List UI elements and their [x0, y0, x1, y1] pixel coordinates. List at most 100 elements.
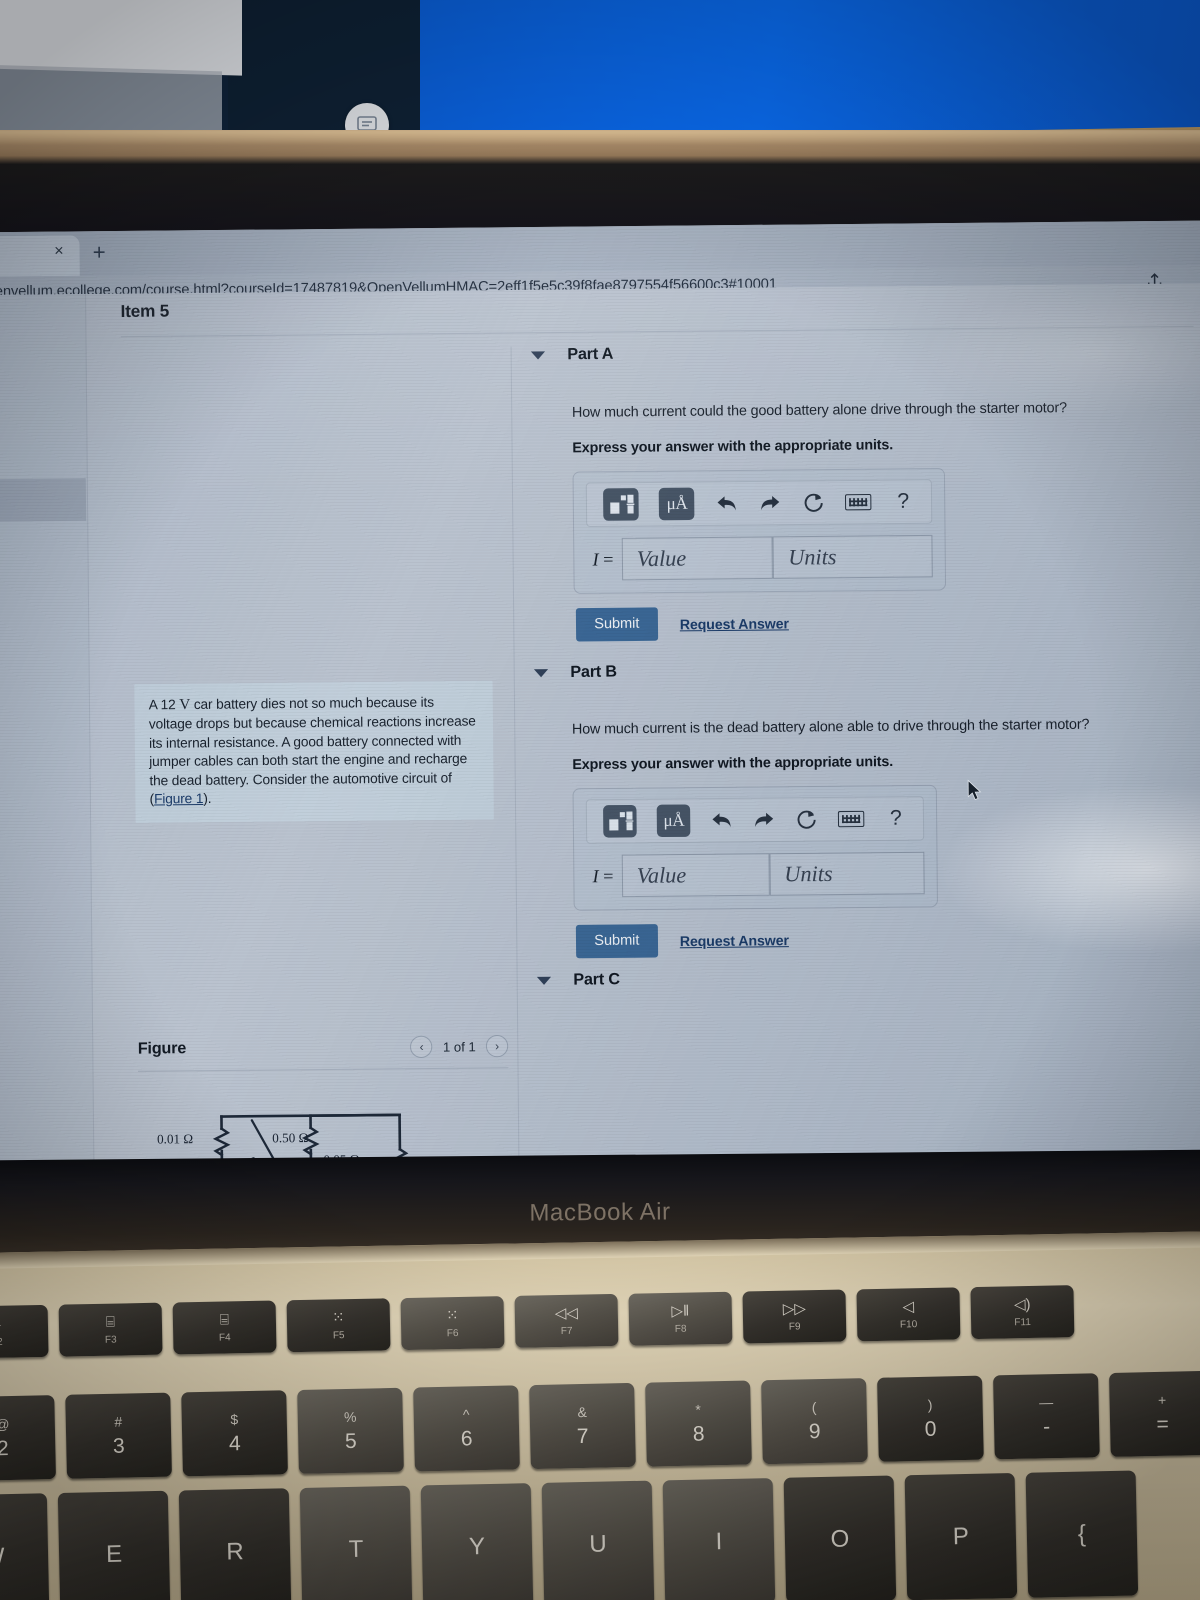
left-navigation-rail[interactable] — [0, 294, 95, 1179]
key-o[interactable]: O — [783, 1475, 897, 1600]
key-2[interactable]: @2 — [0, 1395, 56, 1482]
figure-title: Figure — [137, 1039, 187, 1058]
part-b-units-input[interactable]: Units — [768, 851, 925, 896]
key-char: 0 — [924, 1417, 937, 1441]
figure-prev-button[interactable]: ‹ — [410, 1035, 433, 1059]
keyboard-icon[interactable] — [845, 489, 872, 516]
key-label: F9 — [788, 1320, 801, 1333]
course-page: Item 5 A 12 V car battery dies not so mu… — [0, 283, 1200, 1179]
redo-arrow-icon[interactable] — [753, 807, 776, 834]
chevron-down-icon[interactable] — [530, 351, 546, 360]
key-y[interactable]: Y — [420, 1483, 534, 1600]
key-{[interactable]: { — [1025, 1470, 1139, 1598]
key-f5[interactable]: ⁙ F5 — [286, 1298, 391, 1353]
part-a-title: Part A — [567, 345, 614, 364]
undo-arrow-icon[interactable] — [715, 490, 738, 517]
key-char: R — [226, 1537, 245, 1566]
figure-1-link[interactable]: Figure 1 — [154, 791, 203, 807]
key-p[interactable]: P — [904, 1472, 1018, 1600]
key-4[interactable]: $4 — [181, 1390, 288, 1477]
part-b-field-row: I = Value Units — [586, 851, 925, 898]
key-glyph: ⌸ — [105, 1313, 116, 1331]
key-f4[interactable]: ⌸ F4 — [172, 1300, 277, 1355]
key-i[interactable]: I — [662, 1478, 776, 1600]
key-e[interactable]: E — [57, 1490, 171, 1600]
key-f8[interactable]: ▷‖ F8 — [628, 1291, 733, 1346]
part-a-request-answer-link[interactable]: Request Answer — [680, 615, 789, 632]
key-9[interactable]: (9 — [761, 1378, 868, 1465]
key-6[interactable]: ^ 6 — [413, 1385, 520, 1472]
chevron-down-icon[interactable] — [533, 669, 549, 678]
key-8[interactable]: * 8 — [645, 1380, 752, 1467]
chevron-down-icon[interactable] — [536, 976, 552, 985]
browser-tab-active[interactable] — [0, 235, 80, 278]
part-b-equals: = — [598, 865, 614, 886]
key-f9[interactable]: ▷▷ F9 — [742, 1289, 847, 1344]
part-a-units-input[interactable]: Units — [772, 534, 933, 579]
key-char: 2 — [0, 1437, 9, 1461]
rail-selected-chip[interactable] — [0, 478, 87, 522]
key-7[interactable]: & 7 — [529, 1382, 636, 1470]
key-glyph: ⁙ — [331, 1308, 345, 1326]
key-char: 8 — [692, 1422, 705, 1446]
part-a-header[interactable]: Part A — [513, 340, 1200, 365]
key-char: 9 — [808, 1420, 821, 1444]
page-title: Item 5 — [120, 301, 170, 322]
key-=[interactable]: + = — [1109, 1370, 1200, 1457]
key-u[interactable]: U — [541, 1480, 655, 1600]
keyboard-icon[interactable] — [838, 806, 865, 833]
key-label: F2 — [0, 1336, 3, 1348]
part-b-section: Part B How much current is the dead batt… — [516, 658, 1200, 959]
redo-arrow-icon[interactable] — [758, 490, 781, 517]
key-shift-char: ^ — [462, 1406, 470, 1423]
key-f6[interactable]: ⁙ F6 — [400, 1296, 505, 1351]
part-b-header[interactable]: Part B — [516, 658, 1200, 683]
key-f3[interactable]: ⌸ F3 — [58, 1302, 163, 1357]
part-b-math-toolbar: μÅ ? — [585, 796, 925, 844]
math-template-icon[interactable] — [603, 804, 637, 838]
help-button[interactable]: ? — [885, 805, 907, 832]
key-shift-char: # — [114, 1413, 123, 1430]
key-shift-char: % — [343, 1408, 357, 1425]
new-tab-button[interactable]: + — [93, 239, 106, 264]
mouse-cursor — [967, 779, 983, 801]
problem-column: A 12 V car battery dies not so much beca… — [106, 346, 520, 1179]
key-f11[interactable]: ◁) F11 — [970, 1285, 1075, 1340]
part-b-answer-box: μÅ ? I = Value Units — [572, 784, 938, 911]
units-icon[interactable]: μÅ — [656, 804, 691, 838]
reset-circle-icon[interactable] — [802, 489, 825, 516]
undo-arrow-icon[interactable] — [711, 807, 734, 834]
key-3[interactable]: #3 — [65, 1392, 172, 1479]
problem-statement: A 12 V car battery dies not so much beca… — [134, 680, 494, 823]
key-label: F7 — [560, 1325, 573, 1337]
key-t[interactable]: T — [299, 1485, 413, 1600]
key-w[interactable]: W — [0, 1493, 50, 1600]
key-f2[interactable]: ☼ F2 — [0, 1304, 49, 1359]
key-f7[interactable]: ◁◁ F7 — [514, 1293, 619, 1348]
reset-circle-icon[interactable] — [796, 806, 819, 833]
key-char: U — [589, 1530, 607, 1558]
key-r[interactable]: R — [178, 1488, 292, 1600]
figure-next-button[interactable]: › — [485, 1034, 509, 1058]
units-icon[interactable]: μÅ — [658, 487, 695, 521]
key--[interactable]: — - — [993, 1373, 1100, 1460]
key-0[interactable]: ) 0 — [877, 1375, 984, 1462]
part-c-section: Part C — [519, 965, 1200, 990]
part-b-submit-button[interactable]: Submit — [575, 924, 658, 959]
tab-close-icon[interactable]: × — [54, 243, 64, 260]
part-b-value-input[interactable]: Value — [621, 853, 770, 898]
help-button[interactable]: ? — [892, 489, 915, 516]
part-a-value-input[interactable]: Value — [621, 536, 774, 581]
math-template-icon[interactable] — [603, 488, 639, 521]
key-f10[interactable]: ◁ F10 — [856, 1287, 961, 1342]
part-b-instruction: Express your answer with the appropriate… — [572, 753, 894, 774]
part-c-header[interactable]: Part C — [519, 965, 1200, 990]
key-glyph: ▷‖ — [671, 1302, 690, 1320]
key-shift-char: * — [695, 1401, 702, 1418]
key-5[interactable]: % 5 — [297, 1387, 404, 1474]
part-a-submit-button[interactable]: Submit — [575, 607, 658, 642]
part-a-math-toolbar: μÅ ? — [585, 479, 933, 528]
label-resistor-jumper: 0.50 Ω — [272, 1130, 308, 1145]
part-b-request-answer-link[interactable]: Request Answer — [680, 931, 789, 948]
key-label: F6 — [446, 1327, 459, 1339]
